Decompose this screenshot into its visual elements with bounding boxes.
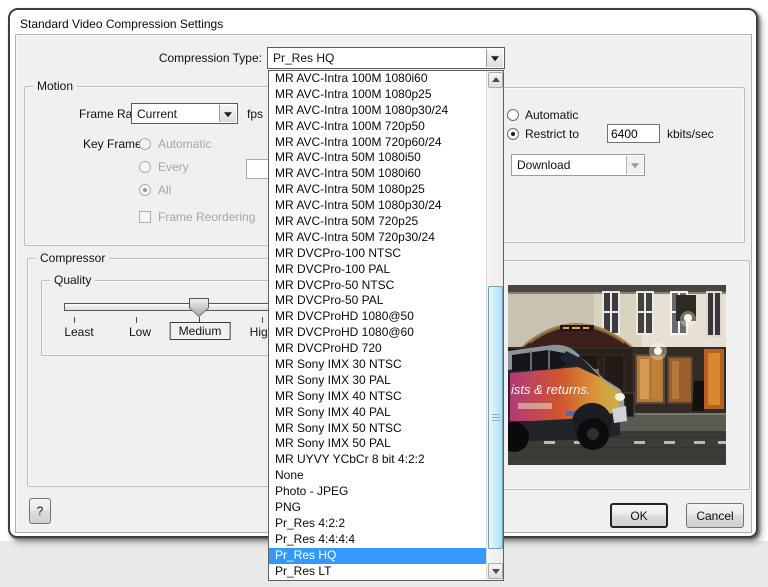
arrow-up-icon — [491, 77, 500, 82]
list-item[interactable]: MR AVC-Intra 50M 1080i60 — [269, 166, 486, 182]
list-item[interactable]: MR AVC-Intra 50M 720p25 — [269, 214, 486, 230]
list-item[interactable]: MR DVCPro-100 NTSC — [269, 246, 486, 262]
compression-type-value: Pr_Res HQ — [273, 51, 335, 65]
list-item[interactable]: MR AVC-Intra 100M 1080p25 — [269, 87, 486, 103]
frame-rate-value: Current — [137, 106, 178, 121]
list-item[interactable]: Photo - JPEG — [269, 484, 486, 500]
list-item[interactable]: MR Sony IMX 50 PAL — [269, 436, 486, 452]
quality-label-medium: Medium — [169, 322, 231, 340]
slider-tick — [74, 317, 75, 323]
slider-tick — [136, 317, 137, 323]
ok-button-label: OK — [630, 508, 648, 523]
scrollbar-up-button[interactable] — [488, 72, 503, 88]
compression-type-dropdown-button[interactable] — [486, 49, 503, 67]
chevron-down-icon — [491, 56, 499, 62]
keyframes-all-label: All — [158, 183, 172, 197]
list-item[interactable]: MR DVCPro-50 NTSC — [269, 278, 486, 294]
frame-rate-dropdown-button[interactable] — [219, 105, 236, 122]
keyframes-automatic-radio[interactable] — [139, 138, 151, 150]
help-button-label: ? — [36, 504, 44, 518]
list-item[interactable]: None — [269, 468, 486, 484]
optimize-dropdown-button[interactable] — [626, 156, 643, 174]
list-item[interactable]: PNG — [269, 500, 486, 516]
compression-type-combobox[interactable]: Pr_Res HQ — [267, 47, 505, 69]
dropdown-items: MR AVC-Intra 100M 1080i60 MR AVC-Intra 10… — [269, 71, 486, 580]
optimize-combobox[interactable]: Download — [511, 154, 645, 176]
taxi-ad-text: ists & returns. — [511, 382, 590, 397]
dropdown-scrollbar — [486, 71, 503, 580]
list-item[interactable]: MR AVC-Intra 50M 1080i50 — [269, 150, 486, 166]
preview-image: ists & returns. — [508, 285, 726, 465]
list-item[interactable]: MR Sony IMX 40 NTSC — [269, 389, 486, 405]
keyframes-every-radio[interactable] — [139, 161, 151, 173]
list-item[interactable]: MR DVCProHD 720 — [269, 341, 486, 357]
data-rate-restrict-label: Restrict to — [525, 127, 580, 141]
motion-group-title: Motion — [33, 79, 78, 93]
list-item[interactable]: Pr_Res LT — [269, 564, 486, 580]
arrow-down-icon — [491, 569, 500, 574]
compression-type-label: Compression Type: — [158, 51, 262, 65]
compression-type-dropdown-list: MR AVC-Intra 100M 1080i60 MR AVC-Intra 10… — [268, 70, 504, 581]
compressor-group-title: Compressor — [36, 251, 110, 265]
data-rate-input[interactable] — [607, 124, 660, 143]
data-rate-automatic-radio[interactable] — [507, 109, 519, 121]
data-rate-restrict-radio[interactable] — [507, 128, 519, 140]
list-item[interactable]: MR AVC-Intra 100M 1080p30/24 — [269, 103, 486, 119]
list-item[interactable]: MR AVC-Intra 100M 1080i60 — [269, 71, 486, 87]
list-item[interactable]: Pr_Res 4:2:2 — [269, 516, 486, 532]
frame-reordering-label: Frame Reordering — [158, 210, 256, 224]
cancel-button-label: Cancel — [696, 508, 734, 523]
list-item[interactable]: MR DVCPro-50 PAL — [269, 293, 486, 309]
quality-label-low: Low — [128, 325, 152, 339]
screen: Standard Video Compression Settings Comp… — [0, 0, 768, 587]
frame-rate-combobox[interactable]: Current — [131, 103, 238, 124]
ok-button[interactable]: OK — [610, 503, 668, 528]
scrollbar-grip-icon — [491, 413, 500, 422]
cancel-button[interactable]: Cancel — [686, 503, 744, 528]
list-item[interactable]: MR AVC-Intra 50M 720p30/24 — [269, 230, 486, 246]
optimize-value: Download — [517, 158, 571, 172]
list-item[interactable]: MR DVCProHD 1080@50 — [269, 309, 486, 325]
help-button[interactable]: ? — [29, 498, 51, 524]
keyframes-every-label: Every — [158, 160, 189, 174]
fps-label: fps — [247, 107, 264, 121]
list-item[interactable]: MR Sony IMX 50 NTSC — [269, 421, 486, 437]
list-item[interactable]: MR Sony IMX 40 PAL — [269, 405, 486, 421]
scrollbar-down-button[interactable] — [488, 563, 503, 579]
quality-label-least: Least — [64, 325, 94, 339]
list-item[interactable]: MR DVCPro-100 PAL — [269, 262, 486, 278]
list-item[interactable]: MR Sony IMX 30 PAL — [269, 373, 486, 389]
data-rate-automatic-label: Automatic — [525, 108, 579, 122]
titlebar[interactable]: Standard Video Compression Settings — [10, 10, 756, 35]
slider-tick — [262, 317, 263, 323]
list-item[interactable]: MR DVCProHD 1080@60 — [269, 325, 486, 341]
list-item[interactable]: MR AVC-Intra 50M 1080p30/24 — [269, 198, 486, 214]
keyframes-automatic-label: Automatic — [158, 137, 212, 151]
frame-reordering-checkbox[interactable] — [139, 211, 151, 223]
keyframes-all-radio[interactable] — [139, 184, 151, 196]
quality-group-title: Quality — [50, 273, 96, 287]
list-item[interactable]: MR Sony IMX 30 NTSC — [269, 357, 486, 373]
list-item[interactable]: MR AVC-Intra 100M 720p50 — [269, 119, 486, 135]
list-item[interactable]: MR UYVY YCbCr 8 bit 4:2:2 — [269, 452, 486, 468]
list-item[interactable]: Pr_Res 4:4:4:4 — [269, 532, 486, 548]
scrollbar-thumb[interactable] — [488, 286, 503, 549]
chevron-down-icon — [631, 163, 639, 169]
list-item[interactable]: Pr_Res HQ — [269, 547, 486, 564]
list-item[interactable]: MR AVC-Intra 100M 720p60/24 — [269, 135, 486, 151]
dialog-title: Standard Video Compression Settings — [20, 17, 224, 31]
chevron-down-icon — [224, 111, 232, 117]
kbits-label: kbits/sec — [667, 127, 714, 141]
list-item[interactable]: MR AVC-Intra 50M 1080p25 — [269, 182, 486, 198]
